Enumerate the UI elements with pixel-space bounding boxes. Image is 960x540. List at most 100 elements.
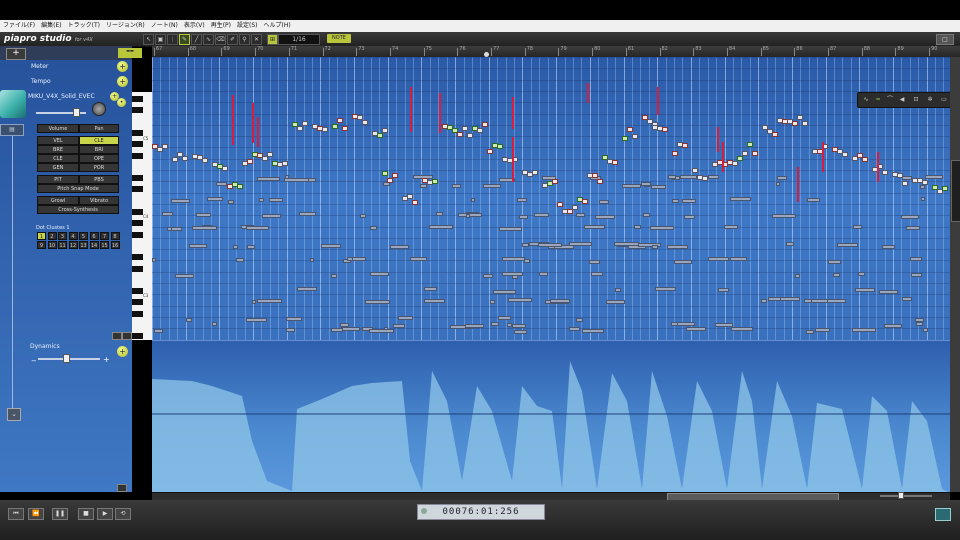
piano-black-key[interactable]: [132, 107, 143, 114]
accompaniment-note[interactable]: [901, 215, 919, 219]
accompaniment-note[interactable]: [458, 213, 482, 217]
zoom-in-icon[interactable]: +: [103, 355, 110, 364]
accompaniment-note[interactable]: [299, 212, 316, 216]
accompaniment-note[interactable]: [920, 185, 925, 189]
melody-note[interactable]: [897, 173, 903, 178]
accompaniment-note[interactable]: [420, 184, 427, 188]
melody-note[interactable]: [407, 194, 413, 199]
accompaniment-note[interactable]: [390, 245, 409, 249]
accompaniment-note[interactable]: [724, 225, 738, 229]
accompaniment-note[interactable]: [811, 299, 828, 303]
eraser-tool-icon[interactable]: ⌫: [215, 34, 226, 45]
accompaniment-note[interactable]: [730, 257, 747, 261]
group-button[interactable]: 7: [100, 232, 109, 240]
melody-note[interactable]: [592, 173, 598, 178]
piano-black-key[interactable]: [132, 254, 143, 261]
accompaniment-note[interactable]: [622, 184, 641, 188]
accompaniment-note[interactable]: [730, 197, 751, 201]
accompaniment-note[interactable]: [175, 274, 194, 278]
tempo-expand-button[interactable]: +: [117, 76, 128, 87]
melody-note[interactable]: [692, 168, 698, 173]
melody-note[interactable]: [222, 166, 228, 171]
accompaniment-note[interactable]: [684, 215, 695, 219]
snap-toggle-icon[interactable]: ⊞: [267, 34, 278, 45]
accompaniment-note[interactable]: [852, 328, 876, 332]
accompaniment-note[interactable]: [584, 225, 605, 229]
accompaniment-note[interactable]: [668, 175, 676, 179]
piano-black-key[interactable]: [132, 141, 143, 148]
melody-note[interactable]: [477, 128, 483, 133]
accompaniment-note[interactable]: [576, 213, 585, 217]
melody-note[interactable]: [772, 132, 778, 137]
accompaniment-note[interactable]: [341, 327, 360, 331]
accompaniment-note[interactable]: [424, 287, 437, 291]
accompaniment-note[interactable]: [514, 330, 527, 334]
accompaniment-note[interactable]: [911, 273, 922, 277]
melody-note[interactable]: [182, 156, 188, 161]
accompaniment-note[interactable]: [310, 258, 314, 262]
accompaniment-note[interactable]: [589, 260, 600, 264]
pitch-bend-curve[interactable]: [587, 83, 589, 103]
melody-note[interactable]: [557, 202, 563, 207]
accompaniment-note[interactable]: [923, 328, 928, 332]
menu-item[interactable]: ファイル(F): [0, 20, 38, 32]
melody-note[interactable]: [202, 158, 208, 163]
dynamics-curve[interactable]: [152, 361, 950, 493]
melody-note[interactable]: [597, 179, 603, 184]
vertical-scroll-thumb[interactable]: [951, 160, 960, 222]
accompaniment-note[interactable]: [246, 226, 269, 230]
accompaniment-note[interactable]: [465, 324, 484, 328]
accompaniment-note[interactable]: [884, 324, 902, 328]
piano-black-key[interactable]: [132, 209, 143, 215]
accompaniment-note[interactable]: [777, 176, 787, 180]
melody-note[interactable]: [302, 121, 308, 126]
accompaniment-note[interactable]: [879, 290, 898, 294]
pitch-bend-curve[interactable]: [439, 93, 441, 133]
accompaniment-note[interactable]: [786, 242, 794, 246]
pitch-bend-curve[interactable]: [797, 167, 799, 202]
accompaniment-note[interactable]: [286, 317, 302, 321]
accompaniment-note[interactable]: [855, 288, 875, 292]
accompaniment-note[interactable]: [490, 300, 495, 304]
accompaniment-note[interactable]: [582, 329, 604, 333]
accompaniment-note[interactable]: [247, 245, 255, 249]
melody-note[interactable]: [432, 179, 438, 184]
meter-expand-button[interactable]: +: [117, 61, 128, 72]
group-button[interactable]: 1: [37, 232, 46, 240]
group-button[interactable]: 13: [79, 241, 88, 249]
accompaniment-note[interactable]: [502, 272, 523, 276]
param-button-pbs[interactable]: PBS: [79, 175, 119, 184]
accompaniment-note[interactable]: [522, 243, 529, 247]
melody-note[interactable]: [842, 152, 848, 157]
group-button[interactable]: 16: [110, 241, 120, 249]
pitch-bend-curve[interactable]: [722, 142, 724, 172]
accompaniment-note[interactable]: [452, 184, 461, 188]
accompaniment-note[interactable]: [162, 212, 173, 216]
line-tool-icon[interactable]: ╱: [191, 34, 202, 45]
melody-note[interactable]: [902, 181, 908, 186]
param-button-pit[interactable]: PIT: [37, 175, 79, 184]
menu-item[interactable]: 再生(P): [208, 20, 234, 32]
menu-item[interactable]: 編集(E): [38, 20, 64, 32]
accompaniment-note[interactable]: [795, 274, 800, 278]
accompaniment-note[interactable]: [152, 258, 156, 262]
pointer-tool-icon[interactable]: ↖: [143, 34, 154, 45]
accompaniment-note[interactable]: [906, 226, 920, 230]
accompaniment-note[interactable]: [780, 297, 800, 301]
melody-note[interactable]: [412, 200, 418, 205]
accompaniment-note[interactable]: [524, 259, 530, 263]
singer-settings-button[interactable]: •: [117, 98, 126, 107]
accompaniment-note[interactable]: [171, 199, 190, 203]
window-mode-button[interactable]: □: [936, 34, 954, 45]
accompaniment-note[interactable]: [466, 214, 470, 218]
volume-slider-thumb[interactable]: [73, 108, 80, 117]
accompaniment-note[interactable]: [806, 330, 814, 334]
accompaniment-note[interactable]: [651, 185, 666, 189]
piano-black-key[interactable]: [132, 96, 143, 102]
accompaniment-note[interactable]: [236, 258, 244, 262]
singer-avatar[interactable]: [0, 90, 26, 118]
melody-note[interactable]: [532, 170, 538, 175]
accompaniment-note[interactable]: [196, 213, 211, 217]
dynamics-scroll-icon[interactable]: [117, 484, 127, 492]
accompaniment-note[interactable]: [508, 298, 532, 302]
